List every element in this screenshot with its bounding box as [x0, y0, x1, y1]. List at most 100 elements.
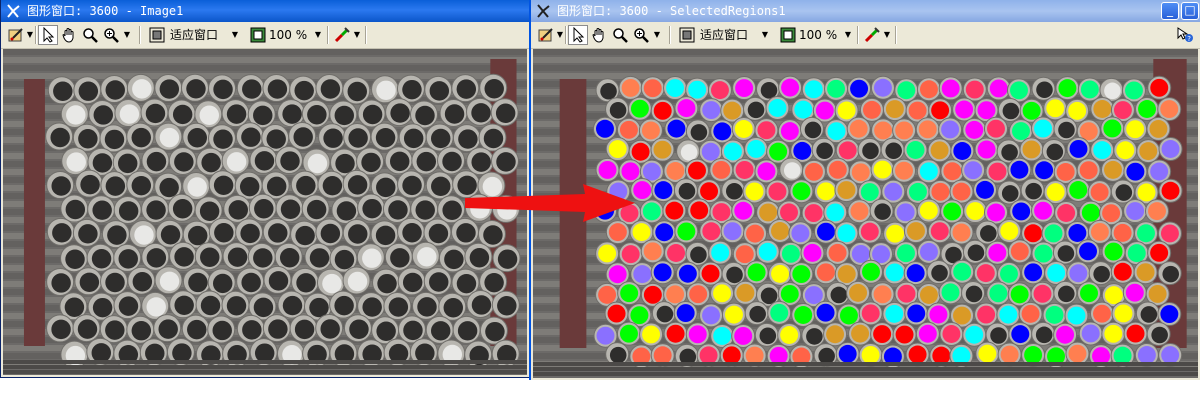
image-canvas-original[interactable]	[3, 49, 527, 375]
pipe-bore	[295, 225, 315, 246]
pan-hand-icon[interactable]	[59, 25, 79, 45]
pipe-bore	[1162, 265, 1179, 283]
zoom-percent-label: 100 %	[269, 28, 308, 42]
color-picker-icon[interactable]	[332, 25, 352, 45]
region-blob	[746, 224, 765, 243]
color-picker-icon[interactable]	[862, 25, 882, 45]
fit-window-icon[interactable]	[147, 25, 167, 45]
pointer-icon[interactable]	[38, 25, 58, 45]
draw-settings-dropdown[interactable]: ▼	[555, 25, 565, 45]
pipe-bore	[268, 223, 288, 243]
zoom-dropdown[interactable]: ▼	[652, 25, 662, 45]
pipe-bore	[307, 105, 327, 125]
region-blob	[712, 203, 731, 222]
region-blob	[1113, 262, 1132, 281]
pipe-bore	[78, 224, 98, 244]
zoom-mode-dropdown[interactable]: ▼	[760, 25, 770, 45]
minimize-button[interactable]: _	[1161, 2, 1179, 20]
titlebar-right[interactable]: 图形窗口: 3600 - SelectedRegions1 _ □	[531, 0, 1200, 22]
maximize-button[interactable]: □	[1181, 2, 1199, 20]
region-blob	[941, 120, 960, 139]
region-blob	[734, 326, 753, 345]
region-blob	[781, 244, 800, 263]
pipe-bore	[66, 152, 86, 172]
pipe-bore	[174, 152, 194, 172]
pipe-bore	[267, 79, 288, 99]
zoom-magnifier-icon[interactable]	[610, 25, 630, 45]
fit-window-icon[interactable]	[677, 25, 697, 45]
region-blob	[630, 99, 649, 118]
pipe-bore	[132, 79, 152, 99]
region-blob	[977, 140, 996, 159]
zoom-percent-icon[interactable]	[778, 25, 798, 45]
pipe-bore	[105, 176, 126, 196]
draw-settings-icon[interactable]	[535, 25, 557, 45]
pipe-bore	[159, 271, 180, 292]
region-blob	[988, 243, 1007, 262]
region-blob	[1104, 242, 1123, 261]
pointer-icon[interactable]	[568, 25, 588, 45]
help-icon[interactable]: ?	[1175, 25, 1195, 45]
color-dropdown[interactable]: ▼	[882, 25, 892, 45]
region-blob	[941, 79, 960, 98]
region-blob	[690, 201, 709, 220]
pan-hand-icon[interactable]	[589, 25, 609, 45]
pipe-bore	[254, 151, 275, 171]
region-blob	[1150, 78, 1169, 97]
pipe-bore	[349, 319, 369, 339]
region-blob	[793, 141, 812, 160]
window-title: 图形窗口: 3600 - SelectedRegions1	[557, 4, 786, 18]
region-blob	[1010, 242, 1029, 261]
pipe-bore	[226, 296, 247, 316]
pipe-bore	[213, 79, 233, 100]
region-blob	[849, 283, 868, 302]
region-blob	[1067, 306, 1086, 325]
region-blob	[965, 325, 984, 344]
region-blob	[851, 244, 870, 263]
region-blob	[860, 222, 879, 241]
pipe-bore	[241, 127, 261, 147]
region-blob	[621, 78, 640, 97]
zoom-magnifier-icon[interactable]	[80, 25, 100, 45]
pipe-bore	[200, 295, 221, 316]
toolbar-separator	[669, 26, 671, 44]
region-blob	[873, 285, 892, 304]
region-blob	[862, 262, 880, 281]
pipe-bore	[200, 247, 220, 267]
region-blob	[929, 305, 948, 324]
color-dropdown[interactable]: ▼	[352, 25, 362, 45]
pipe-bore	[104, 129, 125, 150]
pipe-bore	[390, 103, 410, 123]
region-blob	[837, 265, 856, 284]
region-blob	[1012, 122, 1030, 141]
titlebar-left[interactable]: 图形窗口: 3600 - Image1	[1, 0, 529, 22]
zoom-mode-dropdown[interactable]: ▼	[230, 25, 240, 45]
pipe-bore	[862, 142, 879, 160]
zoom-plus-icon[interactable]	[101, 25, 121, 45]
zoom-percent-icon[interactable]	[248, 25, 268, 45]
pipe-bore	[172, 104, 193, 125]
draw-settings-dropdown[interactable]: ▼	[25, 25, 35, 45]
zoom-plus-icon[interactable]	[631, 25, 651, 45]
draw-settings-icon[interactable]	[5, 25, 27, 45]
pipe-bore	[388, 200, 408, 220]
pipe-bore	[885, 142, 902, 160]
region-blob	[678, 264, 697, 283]
region-blob	[1160, 100, 1179, 119]
region-blob	[745, 346, 764, 365]
pipe-bore	[1104, 82, 1121, 100]
region-blob	[1113, 346, 1132, 365]
pipe-bore	[375, 127, 396, 148]
zoom-dropdown[interactable]: ▼	[122, 25, 132, 45]
zoom-percent-dropdown[interactable]: ▼	[843, 25, 853, 45]
pipe-bore	[242, 79, 262, 99]
pipe-bore	[1058, 121, 1075, 139]
pipe-bore	[239, 176, 260, 197]
pipe-bore	[429, 81, 450, 101]
pipe-bore	[1093, 265, 1110, 283]
region-blob	[630, 306, 649, 325]
pipe-bore	[1151, 326, 1168, 344]
zoom-percent-dropdown[interactable]: ▼	[313, 25, 323, 45]
zoom-mode-label: 适应窗口	[170, 28, 219, 42]
pipe-bore	[1002, 102, 1020, 120]
